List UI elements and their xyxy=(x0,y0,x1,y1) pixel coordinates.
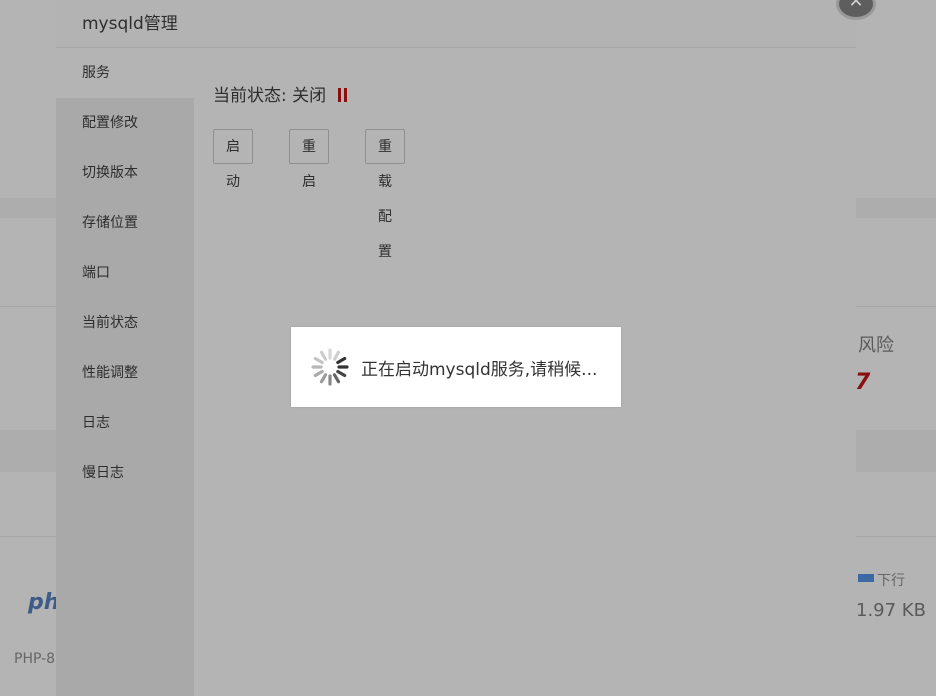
sidebar-item-status[interactable]: 当前状态 xyxy=(56,298,194,348)
dialog-sidebar: 服务 配置修改 切换版本 存储位置 端口 当前状态 性能调整 日志 慢日志 xyxy=(56,48,194,696)
status-value: 关闭 xyxy=(292,86,327,106)
sidebar-item-service[interactable]: 服务 xyxy=(56,48,194,98)
sidebar-item-port[interactable]: 端口 xyxy=(56,248,194,298)
restart-button[interactable]: 重启 xyxy=(289,129,329,190)
bg-risk-value: 7 xyxy=(855,370,871,395)
service-status: 当前状态: 关闭 xyxy=(213,81,348,106)
sidebar-item-config[interactable]: 配置修改 xyxy=(56,98,194,148)
loading-message: 正在启动mysqld服务,请稍候... xyxy=(361,360,598,380)
sidebar-item-log[interactable]: 日志 xyxy=(56,398,194,448)
pause-icon xyxy=(337,88,348,102)
dialog-title: mysqld管理 xyxy=(82,14,178,34)
status-label: 当前状态: xyxy=(213,86,287,106)
dialog-header: mysqld管理 xyxy=(56,0,856,48)
sidebar-item-storage[interactable]: 存储位置 xyxy=(56,198,194,248)
bg-traffic-value: 1.97 KB xyxy=(856,600,926,621)
loading-toast: 正在启动mysqld服务,请稍候... xyxy=(291,327,621,407)
sidebar-item-performance[interactable]: 性能调整 xyxy=(56,348,194,398)
sidebar-item-slow-log[interactable]: 慢日志 xyxy=(56,448,194,498)
php-logo: ph xyxy=(28,590,60,615)
bg-risk-text: 风险 xyxy=(858,335,894,356)
spinner-icon xyxy=(311,348,349,386)
reload-config-button[interactable]: 重载配置 xyxy=(365,129,405,260)
legend-swatch-icon xyxy=(858,574,874,582)
sidebar-item-version[interactable]: 切换版本 xyxy=(56,148,194,198)
bg-legend-down: 下行 xyxy=(877,573,905,589)
start-button[interactable]: 启动 xyxy=(213,129,253,190)
bg-php-label: PHP-8 xyxy=(14,651,56,667)
